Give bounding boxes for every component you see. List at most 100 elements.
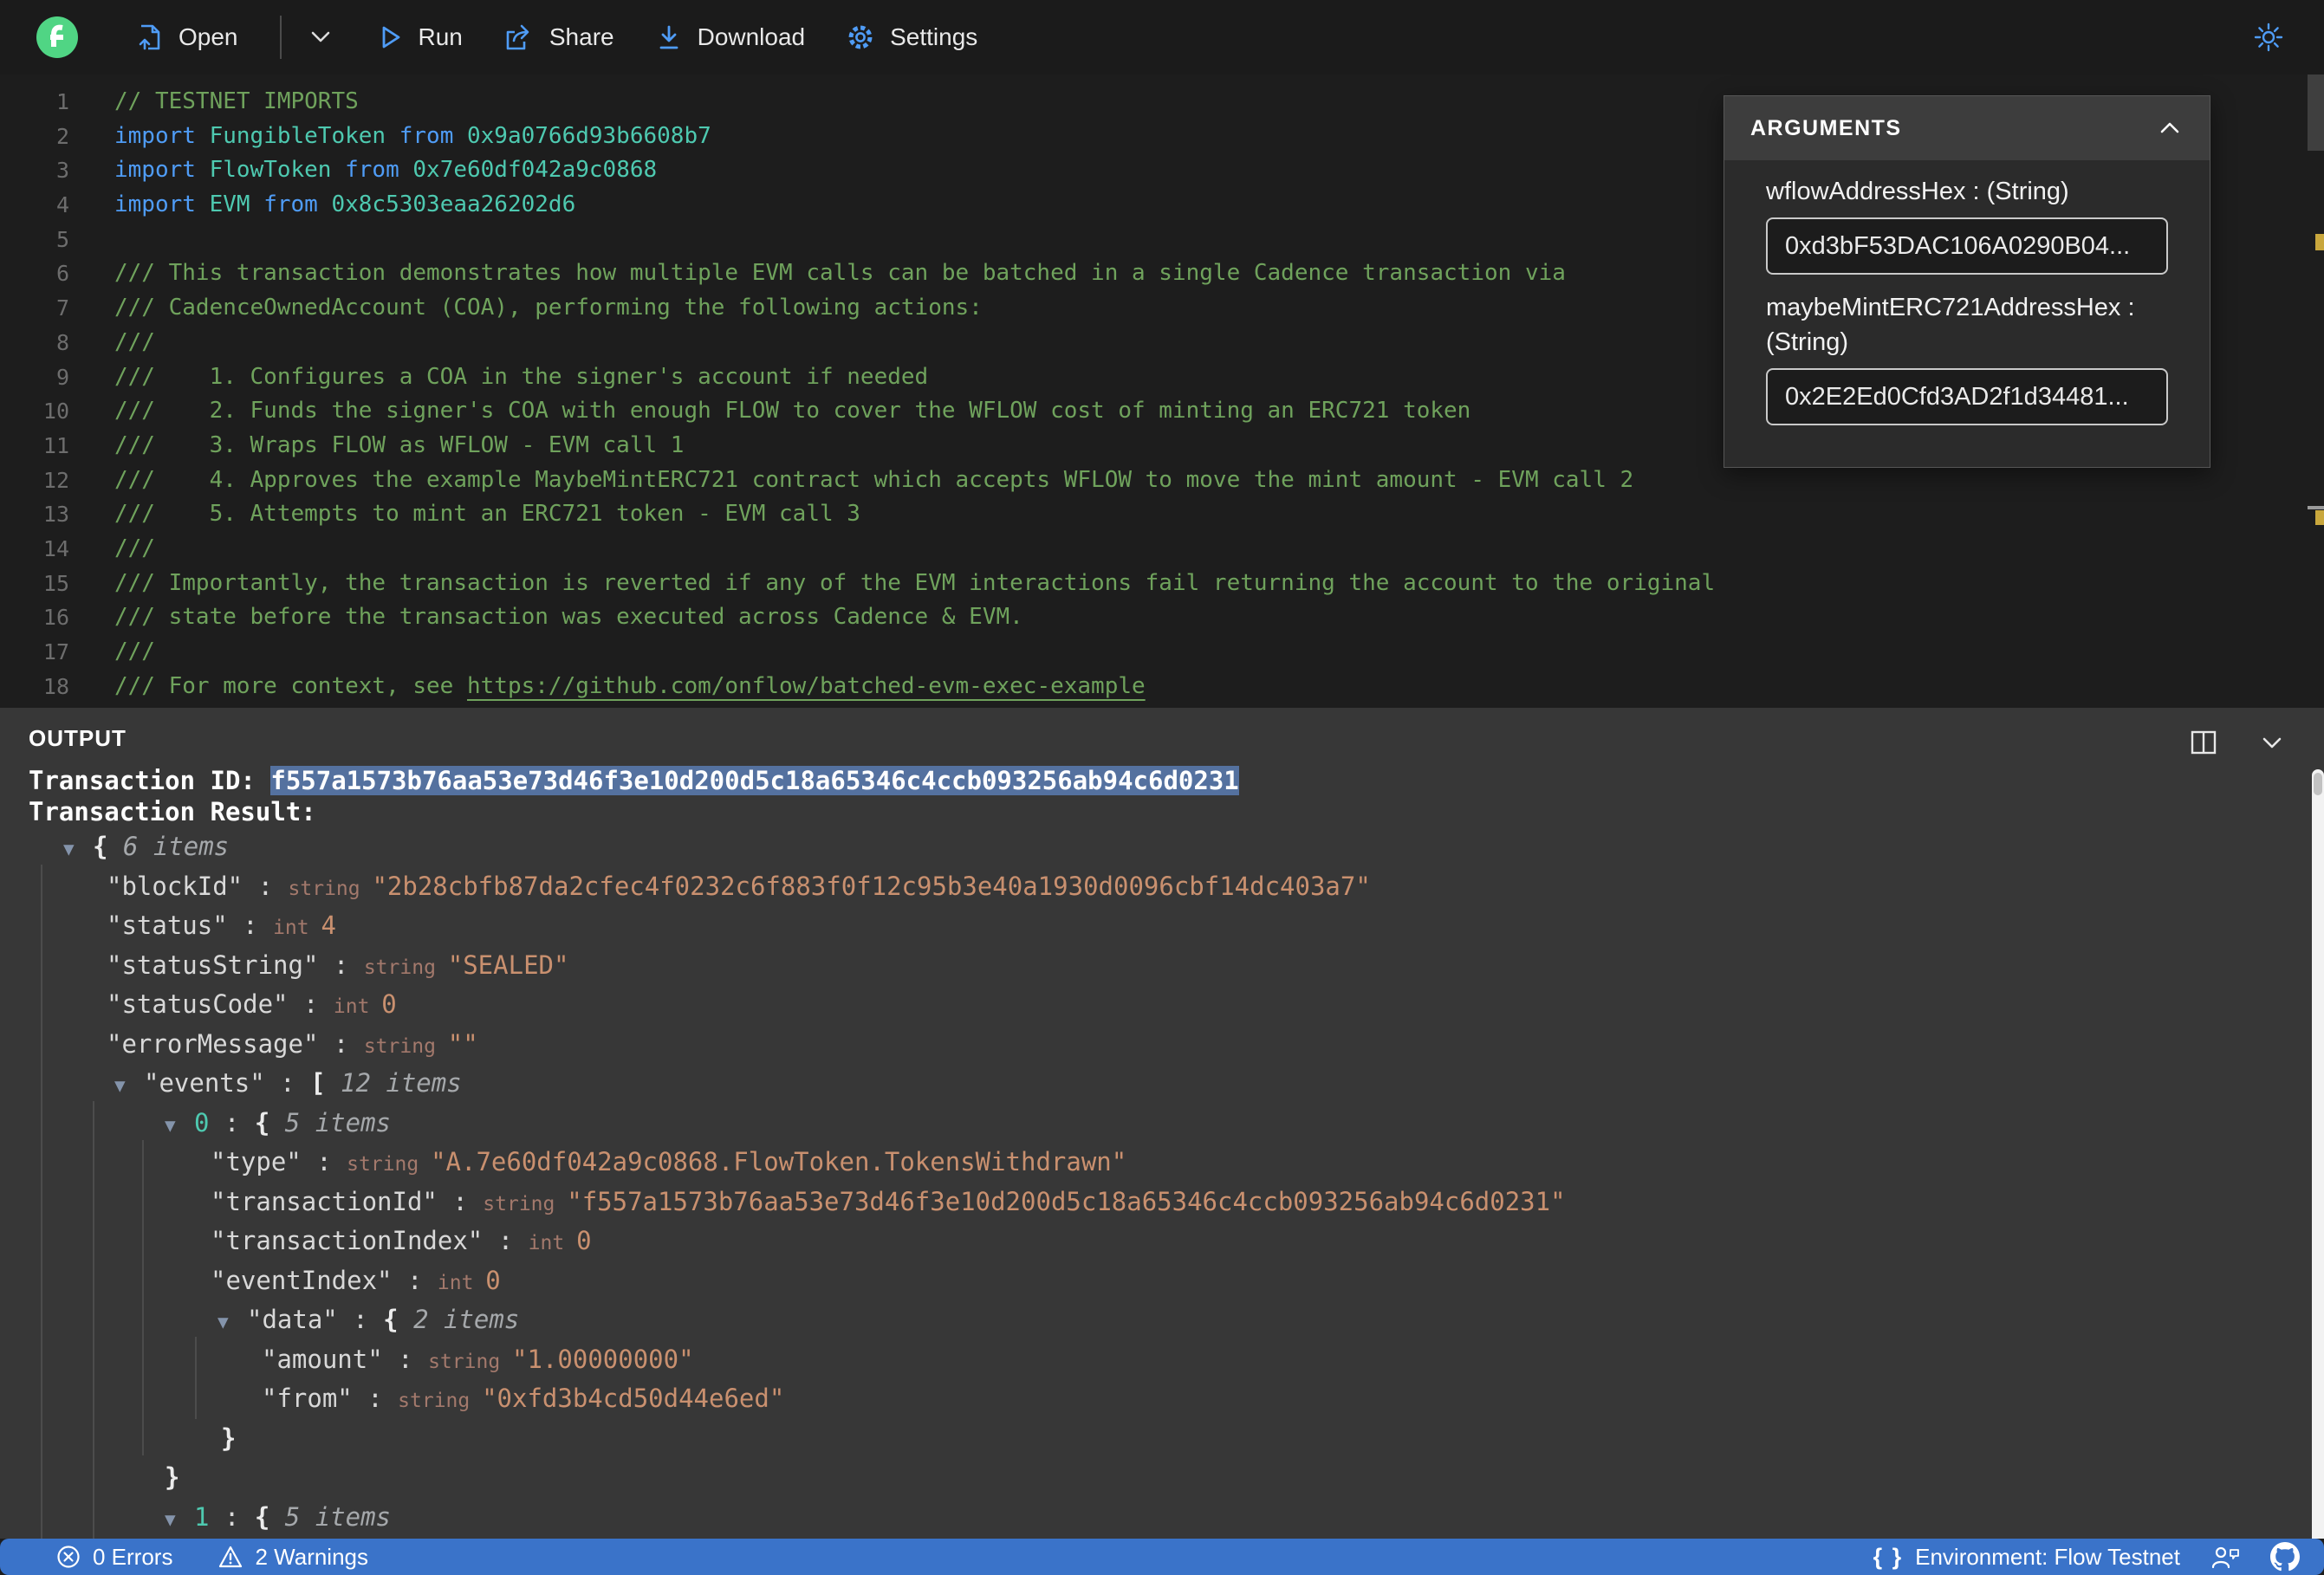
environment-indicator[interactable]: { } Environment: Flow Testnet	[1873, 1544, 2180, 1571]
json-token: int	[333, 995, 382, 1018]
output-scrollbar-track[interactable]	[2312, 769, 2324, 1539]
json-token: 5 items	[284, 1107, 391, 1138]
warnings-indicator[interactable]: 2 Warnings	[217, 1544, 368, 1571]
collapse-toggle-icon[interactable]: ▼	[217, 1303, 247, 1343]
json-token: "type"	[211, 1147, 302, 1176]
json-token: "transactionId"	[211, 1186, 438, 1216]
arguments-title: ARGUMENTS	[1750, 115, 1902, 140]
download-label: Download	[697, 23, 806, 50]
theme-toggle-button[interactable]	[2251, 20, 2286, 55]
collapse-toggle-icon[interactable]: ▼	[63, 830, 93, 870]
json-token: {	[93, 832, 123, 861]
code-token: 0x7e60df042a9c0868	[412, 157, 658, 184]
json-token: 2 items	[413, 1305, 520, 1334]
json-token: string	[428, 1350, 513, 1373]
braces-icon: { }	[1873, 1543, 1904, 1570]
json-row: ▼ "events" : [ 12 items	[29, 1064, 2324, 1104]
json-token: string	[483, 1192, 568, 1215]
line-number: 8	[55, 329, 69, 355]
arguments-panel-header[interactable]: ARGUMENTS	[1724, 96, 2210, 160]
json-token: "1.00000000"	[512, 1344, 694, 1374]
json-token: "SEALED"	[447, 950, 569, 980]
code-link[interactable]: https://github.com/onflow/batched-evm-ex…	[467, 673, 1146, 699]
code-line: 13 /// 5. Attempts to mint an ERC721 toke…	[0, 497, 2324, 532]
json-token: 0	[381, 989, 397, 1019]
chevron-up-icon[interactable]	[2156, 118, 2184, 139]
flow-logo[interactable]	[36, 16, 78, 58]
json-token: :	[209, 1107, 255, 1138]
json-row: "transactionIndex" : int 0	[29, 1222, 2324, 1261]
json-token: :	[352, 1384, 399, 1413]
json-row: "statusString" : string "SEALED"	[29, 946, 2324, 986]
share-button[interactable]: Share	[503, 22, 614, 53]
code-token: from	[386, 122, 467, 149]
json-token: string	[363, 956, 448, 979]
line-number: 16	[42, 605, 69, 631]
run-button[interactable]: Run	[375, 22, 463, 53]
line-number: 11	[42, 432, 69, 458]
github-icon	[2270, 1542, 2300, 1572]
json-token: :	[318, 1028, 364, 1059]
json-token: :	[301, 1147, 347, 1176]
gear-icon	[848, 25, 873, 49]
code-token: /// For more context, see	[114, 672, 467, 699]
line-number: 5	[55, 226, 69, 252]
json-token: {	[254, 1107, 285, 1138]
code-token: /// Importantly, the transaction is reve…	[114, 569, 1716, 596]
transaction-result-label: Transaction Result:	[29, 797, 316, 826]
person-feedback-icon	[2211, 1546, 2239, 1569]
json-row: ▼ 1 : { 5 items	[29, 1498, 2324, 1538]
line-number: 6	[55, 261, 69, 287]
code-token: import	[114, 191, 210, 218]
settings-label: Settings	[890, 23, 978, 50]
output-header-actions	[2189, 729, 2286, 756]
json-row: ▼ "data" : { 2 items	[29, 1300, 2324, 1340]
indent-guide	[93, 1101, 94, 1539]
editor-scrollbar[interactable]	[2308, 75, 2324, 151]
open-dropdown-button[interactable]	[306, 26, 335, 49]
json-token: 0	[194, 1107, 210, 1138]
open-button[interactable]: Open	[133, 22, 238, 53]
json-token: "A.7e60df042a9c0868.FlowToken.TokensWith…	[431, 1147, 1127, 1176]
settings-button[interactable]: Settings	[845, 22, 977, 53]
code-token: FlowToken	[209, 157, 332, 184]
json-token: :	[392, 1265, 438, 1295]
line-number: 2	[55, 123, 69, 149]
split-panel-icon[interactable]	[2189, 729, 2220, 756]
line-number: 12	[42, 467, 69, 493]
json-token: }	[165, 1462, 180, 1492]
json-row: "errorMessage" : string ""	[29, 1025, 2324, 1065]
code-token: /// This transaction demonstrates how mu…	[114, 260, 1566, 287]
collapse-toggle-icon[interactable]: ▼	[165, 1500, 194, 1539]
json-token: :	[437, 1186, 484, 1216]
code-token: import	[114, 157, 210, 184]
line-number: 1	[55, 89, 69, 114]
code-line: 16 /// state before the transaction was e…	[0, 600, 2324, 635]
argument-input-wflow[interactable]	[1766, 217, 2168, 275]
json-row: "statusCode" : int 0	[29, 985, 2324, 1025]
argument-input-maybemint[interactable]	[1766, 368, 2168, 425]
collapse-toggle-icon[interactable]: ▼	[165, 1106, 194, 1146]
status-bar: 0 Errors 2 Warnings { } Environment: Flo…	[0, 1539, 2324, 1575]
json-token: }	[221, 1423, 237, 1453]
code-token: EVM	[209, 191, 250, 218]
code-token: ///	[114, 535, 155, 561]
download-button[interactable]: Download	[654, 22, 806, 53]
json-token: "from"	[262, 1384, 353, 1413]
json-token: :	[318, 950, 364, 980]
line-number: 7	[55, 295, 69, 321]
json-token: 12 items	[341, 1068, 462, 1098]
feedback-button[interactable]	[2210, 1543, 2241, 1571]
code-line: 14 ///	[0, 532, 2324, 567]
line-number: 17	[42, 639, 69, 664]
collapse-output-icon[interactable]	[2258, 730, 2286, 755]
github-link[interactable]	[2270, 1542, 2300, 1572]
output-scrollbar-thumb[interactable]	[2314, 773, 2322, 795]
line-number: 18	[42, 673, 69, 699]
json-row: }	[29, 1419, 2324, 1459]
arguments-panel: ARGUMENTS wflowAddressHex : (String) may…	[1724, 95, 2210, 468]
collapse-toggle-icon[interactable]: ▼	[114, 1066, 144, 1106]
json-token: "events"	[144, 1068, 265, 1098]
errors-indicator[interactable]: 0 Errors	[55, 1544, 172, 1571]
line-number: 4	[55, 192, 69, 218]
